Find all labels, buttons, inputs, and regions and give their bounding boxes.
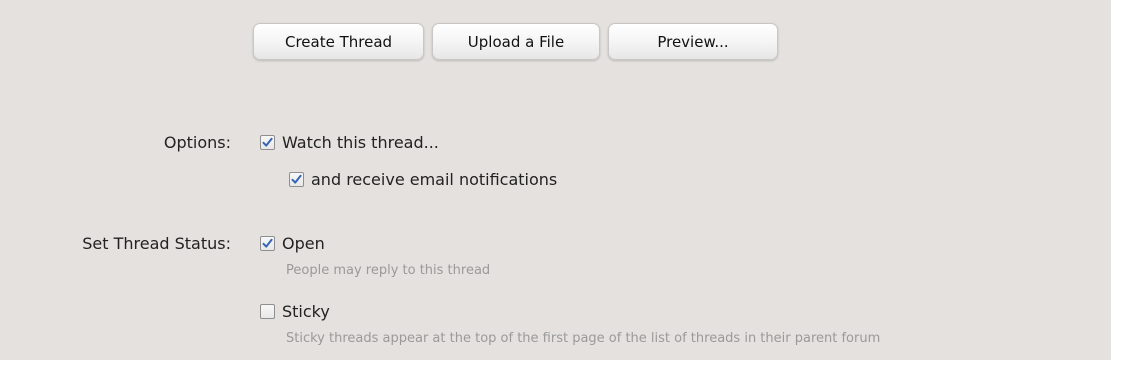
sticky-checkbox[interactable] — [260, 304, 275, 319]
open-status-option[interactable]: Open — [260, 234, 325, 253]
options-label: Options: — [163, 133, 231, 152]
watch-thread-checkbox[interactable] — [260, 135, 275, 150]
action-buttons: Create Thread Upload a File Preview... — [253, 23, 778, 60]
email-notifications-label: and receive email notifications — [311, 170, 558, 189]
sticky-hint: Sticky threads appear at the top of the … — [286, 331, 881, 346]
open-label: Open — [282, 234, 325, 253]
checkmark-icon — [291, 174, 302, 184]
set-thread-status-label: Set Thread Status: — [82, 234, 231, 253]
email-notifications-checkbox[interactable] — [289, 172, 304, 187]
watch-thread-option[interactable]: Watch this thread... — [260, 133, 439, 152]
create-thread-button[interactable]: Create Thread — [253, 23, 424, 60]
sticky-label: Sticky — [282, 302, 330, 321]
sticky-status-option[interactable]: Sticky — [260, 302, 330, 321]
open-hint: People may reply to this thread — [286, 263, 491, 278]
preview-button[interactable]: Preview... — [608, 23, 778, 60]
form-labels: Options: Set Thread Status: — [0, 0, 231, 360]
watch-thread-label: Watch this thread... — [282, 133, 439, 152]
thread-options-panel: Create Thread Upload a File Preview... O… — [0, 0, 1111, 360]
checkmark-icon — [262, 137, 273, 147]
upload-file-button[interactable]: Upload a File — [432, 23, 600, 60]
email-notifications-option[interactable]: and receive email notifications — [289, 170, 557, 189]
checkmark-icon — [262, 238, 273, 248]
open-checkbox[interactable] — [260, 236, 275, 251]
